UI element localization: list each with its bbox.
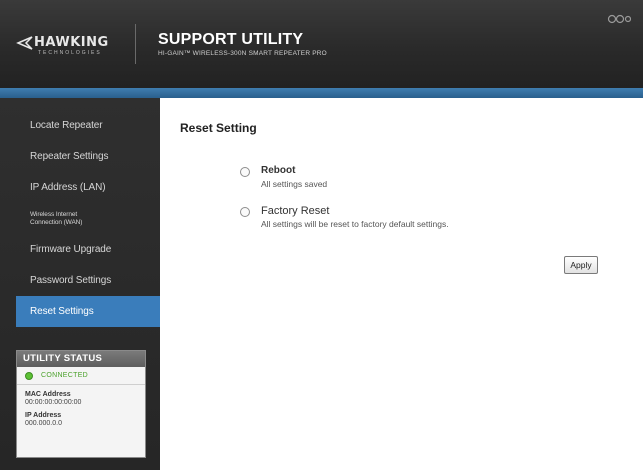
main-content: Reset Setting Reboot All settings saved … (160, 98, 643, 470)
sidebar-item-label: Locate Repeater (30, 120, 103, 131)
sidebar-item-reset-settings[interactable]: Reset Settings (16, 296, 174, 327)
apply-button[interactable]: Apply (564, 256, 598, 274)
sidebar-item-password-settings[interactable]: Password Settings (16, 265, 160, 296)
sidebar-item-label: IP Address (LAN) (30, 182, 106, 193)
sidebar-item-ip-address[interactable]: IP Address (LAN) (16, 172, 160, 203)
status-dot-icon (25, 371, 33, 380)
reboot-description: All settings saved (261, 179, 328, 189)
sidebar-item-wireless-internet[interactable]: Wireless Internet Connection (WAN) (16, 203, 160, 234)
page-title: Reset Setting (180, 121, 257, 135)
hawking-logo: HAWKING TECHNOLOGIES (16, 30, 126, 58)
window-controls-icon[interactable] (607, 14, 631, 24)
header: HAWKING TECHNOLOGIES SUPPORT UTILITY HI-… (0, 0, 643, 88)
logo-subtext: TECHNOLOGIES (38, 50, 102, 56)
connection-status: CONNECTED (17, 367, 145, 385)
sidebar: Locate Repeater Repeater Settings IP Add… (0, 98, 174, 470)
reboot-radio[interactable] (240, 167, 250, 177)
factory-reset-radio[interactable] (240, 207, 250, 217)
sidebar-item-label: Password Settings (30, 275, 112, 286)
factory-reset-label: Factory Reset (261, 205, 330, 217)
ip-address-value: 000.000.0.0 (25, 420, 62, 427)
sidebar-item-repeater-settings[interactable]: Repeater Settings (16, 141, 160, 172)
sidebar-item-label: Wireless Internet Connection (WAN) (30, 210, 83, 226)
mac-address-row: MAC Address 00:00:00:00:00:00 (17, 385, 145, 406)
sidebar-nav: Locate Repeater Repeater Settings IP Add… (16, 110, 174, 327)
mac-address-value: 00:00:00:00:00:00 (25, 399, 82, 406)
sidebar-item-label: Repeater Settings (30, 151, 109, 162)
sidebar-item-firmware-upgrade[interactable]: Firmware Upgrade (16, 234, 160, 265)
factory-reset-description: All settings will be reset to factory de… (261, 219, 449, 229)
app-title: SUPPORT UTILITY (158, 31, 304, 48)
utility-status-panel: UTILITY STATUS CONNECTED MAC Address 00:… (16, 350, 146, 458)
mac-address-label: MAC Address (25, 391, 71, 398)
app-subtitle: HI-GAIN™ WIRELESS-300N SMART REPEATER PR… (158, 50, 327, 57)
sidebar-item-label: Firmware Upgrade (30, 244, 112, 255)
header-divider (135, 24, 136, 64)
sidebar-item-label: Reset Settings (30, 306, 94, 317)
status-title: UTILITY STATUS (17, 351, 145, 367)
sidebar-item-locate-repeater[interactable]: Locate Repeater (16, 110, 160, 141)
connection-status-text: CONNECTED (41, 372, 89, 379)
accent-bar (0, 88, 643, 98)
reboot-label: Reboot (261, 165, 296, 176)
hawking-logo-icon (16, 36, 33, 50)
logo-text: HAWKING (34, 35, 109, 50)
ip-address-label: IP Address (25, 412, 62, 419)
ip-address-row: IP Address 000.000.0.0 (17, 406, 145, 427)
